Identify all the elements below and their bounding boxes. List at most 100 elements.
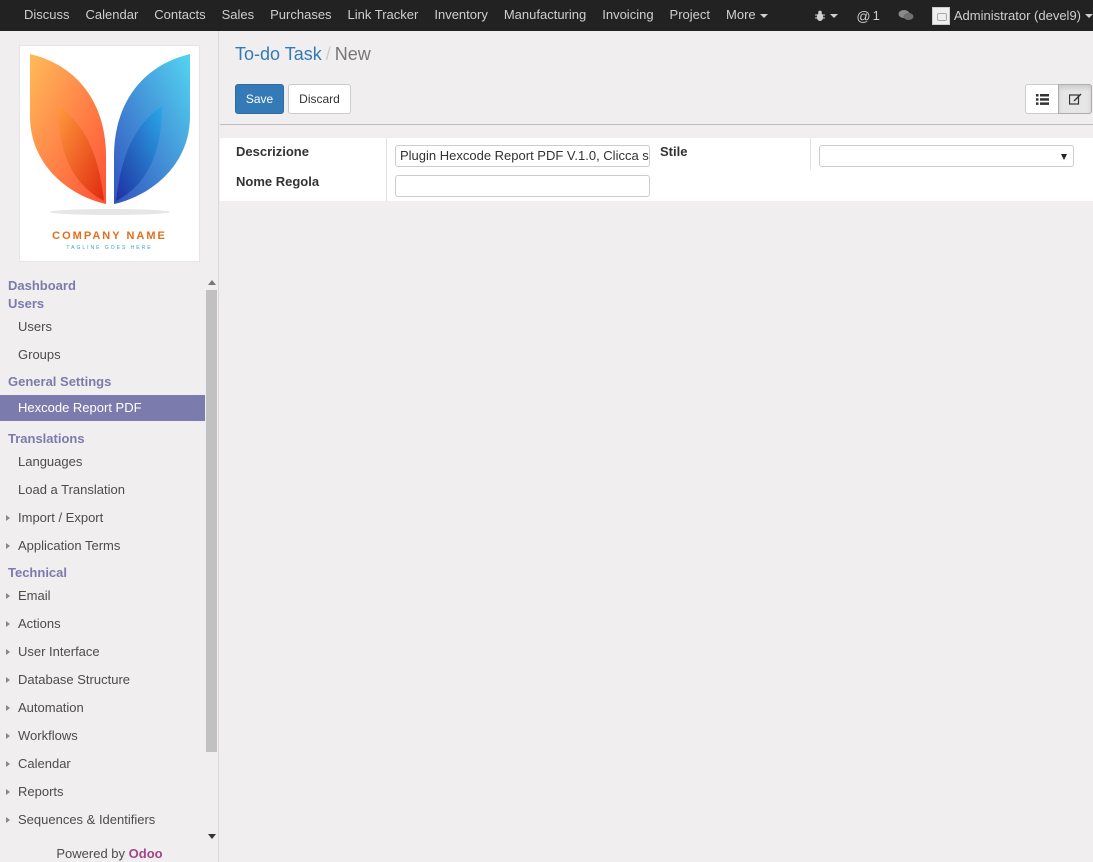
sidebar-item-label: Reports (18, 784, 64, 799)
sidebar-item-languages[interactable]: Languages (0, 448, 205, 476)
menu-inventory[interactable]: Inventory (426, 0, 495, 31)
sidebar-item-reports[interactable]: Reports (0, 778, 205, 806)
caret-right-icon (6, 733, 10, 739)
sidebar-item-user-interface[interactable]: User Interface (0, 638, 205, 666)
sidebar-item-groups[interactable]: Groups (0, 341, 205, 369)
discard-button[interactable]: Discard (288, 84, 351, 114)
form-sheet: Descrizione Plugin Hexcode Report PDF V.… (220, 138, 1093, 201)
sidebar-item-label: Actions (18, 616, 61, 631)
sidebar-item-label: Sequences & Identifiers (18, 812, 156, 827)
powered-by-text: Powered by (56, 846, 126, 861)
sidebar-head-users[interactable]: Users (0, 295, 205, 313)
odoo-link[interactable]: Odoo (129, 846, 163, 861)
sidebar-item-users[interactable]: Users (0, 313, 205, 341)
scrollbar-thumb[interactable] (206, 290, 217, 752)
debug-menu[interactable] (805, 0, 847, 31)
chevron-down-icon (1085, 13, 1093, 18)
sidebar-scrollbar[interactable] (206, 280, 218, 850)
sidebar-item-import-export[interactable]: Import / Export (0, 504, 205, 532)
user-menu[interactable]: Administrator (devel9) (923, 0, 1093, 31)
sidebar: COMPANY NAME TAGLINE GOES HERE Dashboard… (0, 31, 219, 862)
menu-discuss[interactable]: Discuss (16, 0, 78, 31)
list-icon (1035, 93, 1049, 105)
sidebar-item-label: Load a Translation (18, 482, 125, 497)
sidebar-head-general-settings[interactable]: General Settings (0, 373, 205, 391)
sidebar-item-label: Groups (18, 347, 61, 362)
sidebar-item-calendar[interactable]: Calendar (0, 750, 205, 778)
sidebar-item-actions[interactable]: Actions (0, 610, 205, 638)
caret-right-icon (6, 515, 10, 521)
logo-tagline: TAGLINE GOES HERE (66, 245, 153, 251)
sidebar-item-label: Languages (18, 454, 83, 469)
powered-by: Powered by Odoo (0, 846, 219, 861)
sidebar-item-label: User Interface (18, 644, 100, 659)
caret-right-icon (6, 593, 10, 599)
sidebar-item-label: Email (18, 588, 51, 603)
form-view-button[interactable] (1058, 84, 1092, 114)
save-button[interactable]: Save (235, 84, 284, 114)
sidebar-menu: Dashboard Users Users Groups General Set… (0, 277, 205, 855)
sidebar-item-label: Calendar (18, 756, 71, 771)
sidebar-item-label: Import / Export (18, 510, 104, 525)
sidebar-item-database-structure[interactable]: Database Structure (0, 666, 205, 694)
company-logo-graphic (30, 54, 190, 215)
menu-purchases[interactable]: Purchases (262, 0, 339, 31)
chevron-down-icon (1061, 154, 1067, 160)
company-logo[interactable]: COMPANY NAME TAGLINE GOES HERE (19, 45, 200, 262)
sidebar-item-workflows[interactable]: Workflows (0, 722, 205, 750)
menu-more[interactable]: More (718, 0, 776, 31)
menu-project[interactable]: Project (662, 0, 718, 31)
app-menu: Discuss Calendar Contacts Sales Purchase… (16, 0, 776, 31)
breadcrumb-current: New (334, 44, 371, 64)
sidebar-item-email[interactable]: Email (0, 582, 205, 610)
sidebar-item-application-terms[interactable]: Application Terms (0, 532, 205, 560)
scroll-up-icon[interactable] (208, 280, 216, 285)
avatar (931, 6, 950, 25)
sidebar-item-automation[interactable]: Automation (0, 694, 205, 722)
menu-link-tracker[interactable]: Link Tracker (340, 0, 427, 31)
nome-regola-field[interactable] (395, 175, 650, 197)
sidebar-item-load-translation[interactable]: Load a Translation (0, 476, 205, 504)
menu-calendar[interactable]: Calendar (78, 0, 147, 31)
column-divider (386, 138, 387, 201)
breadcrumb-separator: / (325, 44, 331, 64)
edit-icon (1068, 93, 1081, 105)
caret-right-icon (6, 817, 10, 823)
sidebar-head-translations[interactable]: Translations (0, 430, 205, 448)
list-view-button[interactable] (1025, 84, 1059, 114)
sidebar-item-sequences[interactable]: Sequences & Identifiers (0, 806, 205, 834)
caret-right-icon (6, 677, 10, 683)
caret-right-icon (6, 705, 10, 711)
sidebar-item-label: Users (18, 319, 52, 334)
sidebar-item-hexcode-report-pdf[interactable]: Hexcode Report PDF (0, 395, 205, 421)
menu-sales[interactable]: Sales (214, 0, 263, 31)
mentions-menu[interactable]: @ 1 (847, 0, 888, 31)
caret-right-icon (6, 543, 10, 549)
user-name: Administrator (devel9) (953, 7, 1081, 23)
breadcrumb-parent[interactable]: To-do Task (235, 44, 322, 64)
toolbar-divider (220, 124, 1093, 125)
menu-contacts[interactable]: Contacts (146, 0, 213, 31)
descrizione-label: Descrizione (236, 144, 309, 159)
nome-regola-label: Nome Regola (236, 174, 320, 189)
sidebar-item-label: Workflows (18, 728, 78, 743)
descrizione-field[interactable]: Plugin Hexcode Report PDF V.1.0, Clicca … (395, 145, 650, 167)
main-content: To-do Task / New Save Discard Descrizione … (220, 31, 1093, 862)
top-navbar: Discuss Calendar Contacts Sales Purchase… (0, 0, 1093, 31)
menu-manufacturing[interactable]: Manufacturing (496, 0, 594, 31)
sidebar-head-dashboard[interactable]: Dashboard (0, 277, 205, 295)
scroll-down-icon[interactable] (208, 834, 216, 839)
menu-invoicing[interactable]: Invoicing (594, 0, 661, 31)
chevron-down-icon (759, 13, 768, 18)
sidebar-item-label: Automation (18, 700, 84, 715)
column-divider (810, 138, 811, 170)
sidebar-head-technical[interactable]: Technical (0, 564, 205, 582)
messages-menu[interactable] (889, 0, 923, 31)
stile-select[interactable] (819, 145, 1074, 167)
systray: @ 1 Administrator (devel9) (805, 0, 1093, 31)
caret-right-icon (6, 649, 10, 655)
caret-right-icon (6, 761, 10, 767)
sidebar-item-label: Application Terms (18, 538, 121, 553)
sidebar-item-label: Hexcode Report PDF (18, 400, 142, 415)
view-switcher (1025, 84, 1092, 114)
